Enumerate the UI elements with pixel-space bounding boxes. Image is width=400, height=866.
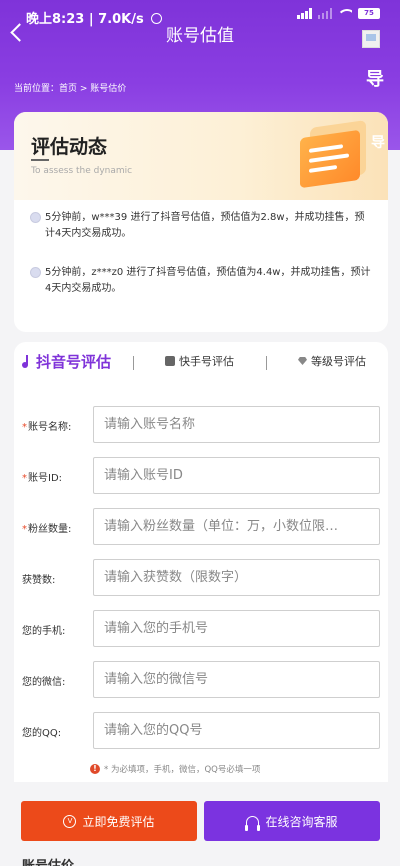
account-id-label: *账号ID: bbox=[22, 473, 63, 484]
dynamic-item: 5分钟前，w***39 进行了抖音号估值，预估值为2.8w，并成功挂售，预计4天… bbox=[29, 210, 373, 242]
dynamic-item: 5分钟前，z***z0 进行了抖音号估值，预估值为4.4w，并成功挂售，预计4天… bbox=[29, 265, 373, 297]
avatar-icon bbox=[30, 212, 41, 223]
guide-button[interactable]: 导 bbox=[366, 65, 384, 91]
broken-image-icon bbox=[362, 30, 380, 48]
wifi-icon bbox=[338, 8, 352, 19]
wechat-label: 您的微信: bbox=[22, 677, 66, 688]
consult-service-button[interactable]: 在线咨询客服 bbox=[204, 801, 380, 841]
guide-icon-partial: 导 bbox=[371, 135, 385, 151]
kuaishou-icon bbox=[165, 356, 175, 366]
avatar-icon bbox=[30, 267, 41, 278]
section-title: 账号估价 bbox=[22, 855, 74, 866]
qq-input[interactable] bbox=[93, 712, 380, 749]
qq-label: 您的QQ: bbox=[22, 728, 62, 739]
evaluation-form-card: 抖音号评估 快手号评估 等级号评估 *账号名称: *账号ID: *粉丝数量: 获… bbox=[14, 342, 388, 782]
warning-icon: ! bbox=[90, 764, 100, 774]
nav-bar: 账号估值 bbox=[0, 18, 400, 48]
required-tip: ! * 为必填项，手机，微信，QQ号必填一项 bbox=[90, 763, 260, 775]
tab-level[interactable]: 等级号评估 bbox=[298, 353, 366, 369]
wechat-input[interactable] bbox=[93, 661, 380, 698]
badge-v-icon: V bbox=[63, 814, 77, 828]
free-evaluate-button[interactable]: V 立即免费评估 bbox=[21, 801, 197, 841]
folder-illustration-icon bbox=[296, 118, 372, 190]
likes-input[interactable] bbox=[93, 559, 380, 596]
account-id-input[interactable] bbox=[93, 457, 380, 494]
likes-label: 获赞数: bbox=[22, 575, 56, 586]
tab-bar: 抖音号评估 快手号评估 等级号评估 bbox=[14, 342, 388, 382]
music-note-icon bbox=[22, 355, 32, 368]
followers-label: *粉丝数量: bbox=[22, 524, 72, 535]
dynamic-subtitle: To assess the dynamic bbox=[31, 166, 133, 176]
dynamic-card-banner: 评估动态 To assess the dynamic 导 bbox=[14, 112, 388, 200]
tab-douyin[interactable]: 抖音号评估 bbox=[22, 351, 111, 372]
tab-kuaishou[interactable]: 快手号评估 bbox=[165, 353, 234, 369]
dynamic-title: 评估动态 bbox=[31, 136, 108, 158]
headset-icon bbox=[245, 815, 261, 831]
gem-icon bbox=[298, 357, 307, 365]
tab-divider bbox=[133, 356, 134, 370]
tab-divider bbox=[266, 356, 267, 370]
dynamic-card: 评估动态 To assess the dynamic 导 5分钟前，w***39… bbox=[14, 112, 388, 332]
phone-label: 您的手机: bbox=[22, 626, 66, 637]
followers-input[interactable] bbox=[93, 508, 380, 545]
phone-input[interactable] bbox=[93, 610, 380, 647]
page-title: 账号估值 bbox=[166, 26, 234, 46]
title-underline bbox=[31, 159, 49, 161]
breadcrumb: 当前位置：首页 > 账号估价 bbox=[14, 84, 127, 94]
account-name-input[interactable] bbox=[93, 406, 380, 443]
account-name-label: *账号名称: bbox=[22, 422, 72, 433]
